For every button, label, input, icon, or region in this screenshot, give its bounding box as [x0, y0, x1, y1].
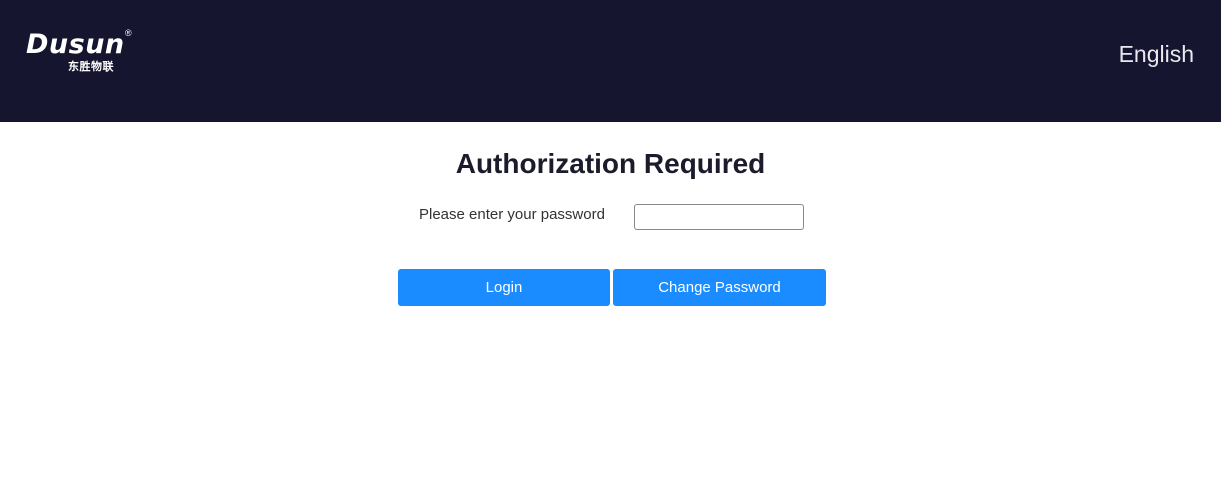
- top-header: Dusun ® 东胜物联 English: [0, 0, 1221, 122]
- logo-subtitle: 东胜物联: [68, 60, 114, 73]
- logo-wordmark: Dusun: [26, 29, 125, 60]
- dusun-logo: Dusun ® 东胜物联: [26, 28, 146, 92]
- change-password-button[interactable]: Change Password: [613, 269, 826, 306]
- page-title: Authorization Required: [455, 148, 766, 179]
- password-label: Please enter your password: [419, 206, 605, 223]
- password-input[interactable]: [634, 204, 804, 230]
- registered-mark: ®: [125, 28, 132, 38]
- login-button[interactable]: Login: [398, 269, 610, 306]
- language-selector[interactable]: English: [1119, 38, 1194, 70]
